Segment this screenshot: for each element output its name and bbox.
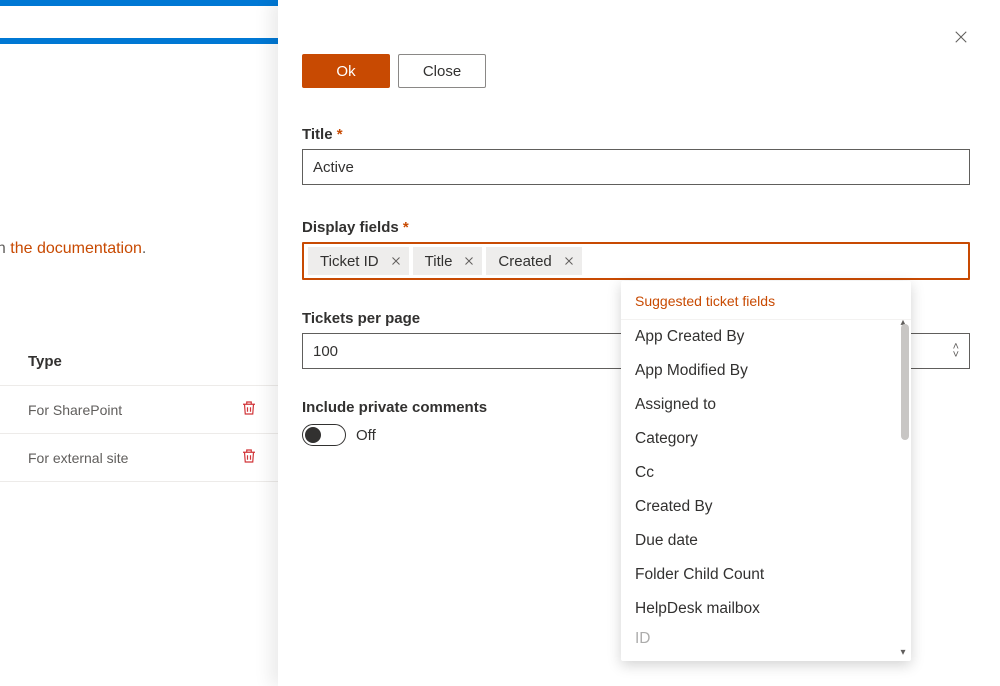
- doc-suffix: .: [142, 240, 146, 257]
- toggle-knob: [305, 427, 321, 443]
- table-cell-label: For external site: [28, 450, 128, 466]
- include-comments-toggle[interactable]: [302, 424, 346, 446]
- display-fields-group: Display fields * Ticket ID Title Created: [302, 219, 970, 280]
- required-asterisk: *: [337, 126, 343, 143]
- tag-label: Ticket ID: [320, 253, 379, 270]
- tag-label: Created: [498, 253, 551, 270]
- suggestion-item[interactable]: Created By: [621, 490, 911, 524]
- doc-prefix: n in: [0, 240, 10, 257]
- ok-button[interactable]: Ok: [302, 54, 390, 88]
- tag-ticket-id: Ticket ID: [308, 247, 409, 275]
- display-fields-input[interactable]: Ticket ID Title Created: [302, 242, 970, 280]
- tag-title: Title: [413, 247, 483, 275]
- suggestion-item[interactable]: Cc: [621, 456, 911, 490]
- title-label: Title *: [302, 126, 970, 143]
- documentation-link[interactable]: the documentation: [10, 240, 142, 257]
- dialog-button-row: Ok Close: [302, 54, 970, 88]
- suggestion-item[interactable]: Folder Child Count: [621, 558, 911, 592]
- per-page-value: 100: [313, 343, 338, 360]
- close-icon[interactable]: [462, 254, 476, 268]
- chevron-down-icon[interactable]: ˅: [953, 351, 959, 359]
- edit-view-panel: Ok Close Title * Display fields * Ticket…: [278, 0, 1000, 686]
- scroll-down-icon[interactable]: ▾: [897, 647, 909, 659]
- close-button[interactable]: Close: [398, 54, 486, 88]
- background-table: Type For SharePoint For external site: [0, 343, 278, 482]
- suggestion-item[interactable]: Category: [621, 422, 911, 456]
- title-group: Title *: [302, 126, 970, 185]
- field-suggestions-dropdown: Suggested ticket fields App Created By A…: [621, 281, 911, 661]
- stepper-arrows-icon[interactable]: ˄ ˅: [953, 343, 959, 359]
- table-row: For SharePoint: [0, 386, 278, 434]
- display-fields-label: Display fields *: [302, 219, 970, 236]
- close-icon[interactable]: [952, 28, 970, 49]
- table-header-type: Type: [0, 343, 278, 386]
- documentation-sentence: n in the documentation.: [0, 240, 146, 258]
- toggle-state-label: Off: [356, 427, 376, 444]
- scrollbar-track[interactable]: ▴ ▾: [899, 320, 909, 661]
- suggestions-list: App Created By App Modified By Assigned …: [621, 320, 911, 661]
- suggestion-item[interactable]: ID: [621, 626, 911, 656]
- suggestion-item[interactable]: Assigned to: [621, 388, 911, 422]
- tag-label: Title: [425, 253, 453, 270]
- suggestions-header: Suggested ticket fields: [621, 281, 911, 320]
- suggestion-item[interactable]: App Modified By: [621, 354, 911, 388]
- tag-created: Created: [486, 247, 581, 275]
- close-icon[interactable]: [562, 254, 576, 268]
- required-asterisk: *: [403, 219, 409, 236]
- trash-icon[interactable]: [240, 447, 258, 468]
- scrollbar-thumb[interactable]: [901, 324, 909, 440]
- close-icon[interactable]: [389, 254, 403, 268]
- title-label-text: Title: [302, 126, 333, 143]
- table-cell-label: For SharePoint: [28, 402, 122, 418]
- table-row: For external site: [0, 434, 278, 482]
- trash-icon[interactable]: [240, 399, 258, 420]
- display-fields-label-text: Display fields: [302, 219, 399, 236]
- suggestion-item[interactable]: HelpDesk mailbox: [621, 592, 911, 626]
- suggestion-item[interactable]: App Created By: [621, 320, 911, 354]
- suggestion-item[interactable]: Due date: [621, 524, 911, 558]
- title-input[interactable]: [302, 149, 970, 185]
